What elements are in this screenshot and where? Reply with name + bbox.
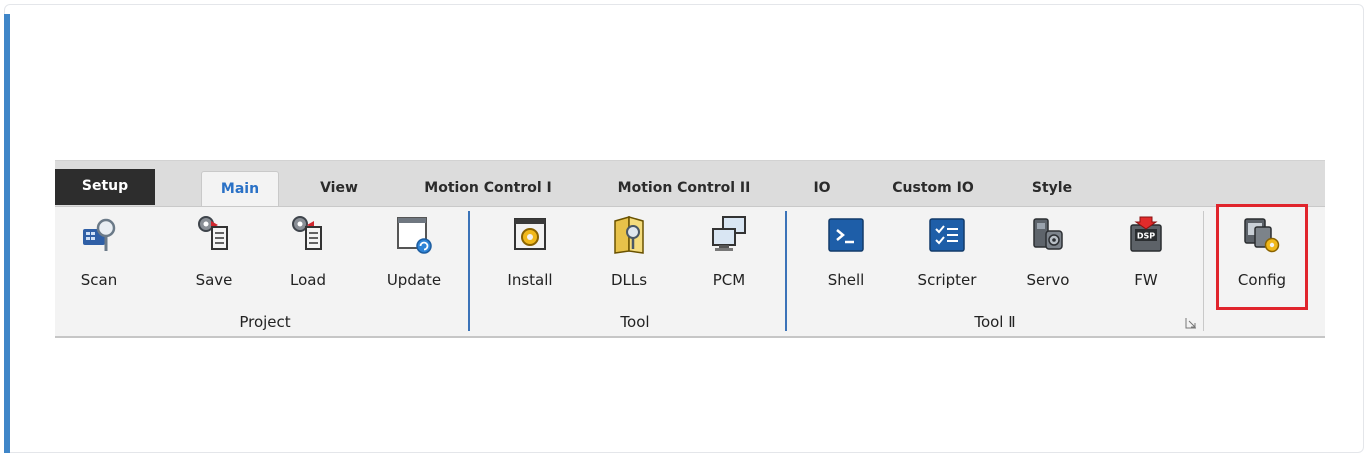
shell-button[interactable]: Shell	[817, 215, 875, 295]
update-label: Update	[386, 271, 442, 289]
group-separator	[468, 211, 470, 331]
shell-icon	[828, 218, 864, 252]
accent-bar	[4, 14, 10, 453]
tab-setup[interactable]: Setup	[55, 169, 155, 205]
ribbon-panel: Scan Save Load Update Project Install DL…	[55, 206, 1325, 338]
update-icon	[397, 217, 432, 254]
group-label-project: Project	[239, 313, 291, 331]
dlls-icon	[614, 216, 644, 254]
servo-label: Servo	[1026, 271, 1070, 289]
tab-motion-control-1[interactable]: Motion Control I	[413, 171, 563, 207]
config-button[interactable]: Config	[1227, 215, 1297, 295]
group-separator	[785, 211, 787, 331]
tab-motion-control-2[interactable]: Motion Control II	[607, 171, 761, 207]
tab-view[interactable]: View	[307, 171, 371, 207]
save-icon	[198, 216, 228, 250]
tab-style[interactable]: Style	[1027, 171, 1077, 207]
install-button[interactable]: Install	[501, 215, 559, 295]
servo-icon	[1033, 218, 1063, 250]
fw-button[interactable]: DSP FW	[1119, 215, 1173, 295]
load-button[interactable]: Load	[279, 215, 337, 295]
dlls-label: DLLs	[610, 271, 648, 289]
load-icon	[292, 216, 322, 250]
scripter-label: Scripter	[917, 271, 977, 289]
install-icon	[514, 218, 546, 250]
pcm-label: PCM	[712, 271, 746, 289]
load-label: Load	[290, 271, 326, 289]
ribbon: Setup Main View Motion Control I Motion …	[55, 160, 1325, 338]
shell-label: Shell	[827, 271, 865, 289]
group-label-tool-2: Tool Ⅱ	[974, 313, 1016, 331]
config-icon	[1244, 218, 1280, 253]
group-separator	[1203, 211, 1204, 331]
tab-io[interactable]: IO	[807, 171, 837, 207]
save-label: Save	[195, 271, 233, 289]
scan-label: Scan	[80, 271, 118, 289]
install-label: Install	[507, 271, 553, 289]
dsp-badge-text: DSP	[1137, 232, 1155, 241]
fw-label: FW	[1134, 271, 1158, 289]
tab-custom-io[interactable]: Custom IO	[885, 171, 981, 207]
pcm-icon	[712, 216, 746, 251]
config-label: Config	[1237, 271, 1287, 289]
pcm-button[interactable]: PCM	[701, 215, 757, 295]
update-button[interactable]: Update	[381, 215, 447, 295]
servo-button[interactable]: Servo	[1017, 215, 1079, 295]
scan-icon	[83, 218, 116, 251]
tab-main[interactable]: Main	[201, 171, 279, 208]
group-label-tool: Tool	[620, 313, 650, 331]
dlls-button[interactable]: DLLs	[601, 215, 657, 295]
firmware-icon: DSP	[1130, 216, 1162, 252]
group-dialog-launcher-icon[interactable]	[1185, 317, 1197, 329]
save-button[interactable]: Save	[187, 215, 241, 295]
scan-button[interactable]: Scan	[69, 215, 129, 295]
scripter-icon	[929, 218, 965, 252]
scripter-button[interactable]: Scripter	[911, 215, 983, 295]
ribbon-tab-bar: Setup Main View Motion Control I Motion …	[55, 160, 1325, 208]
